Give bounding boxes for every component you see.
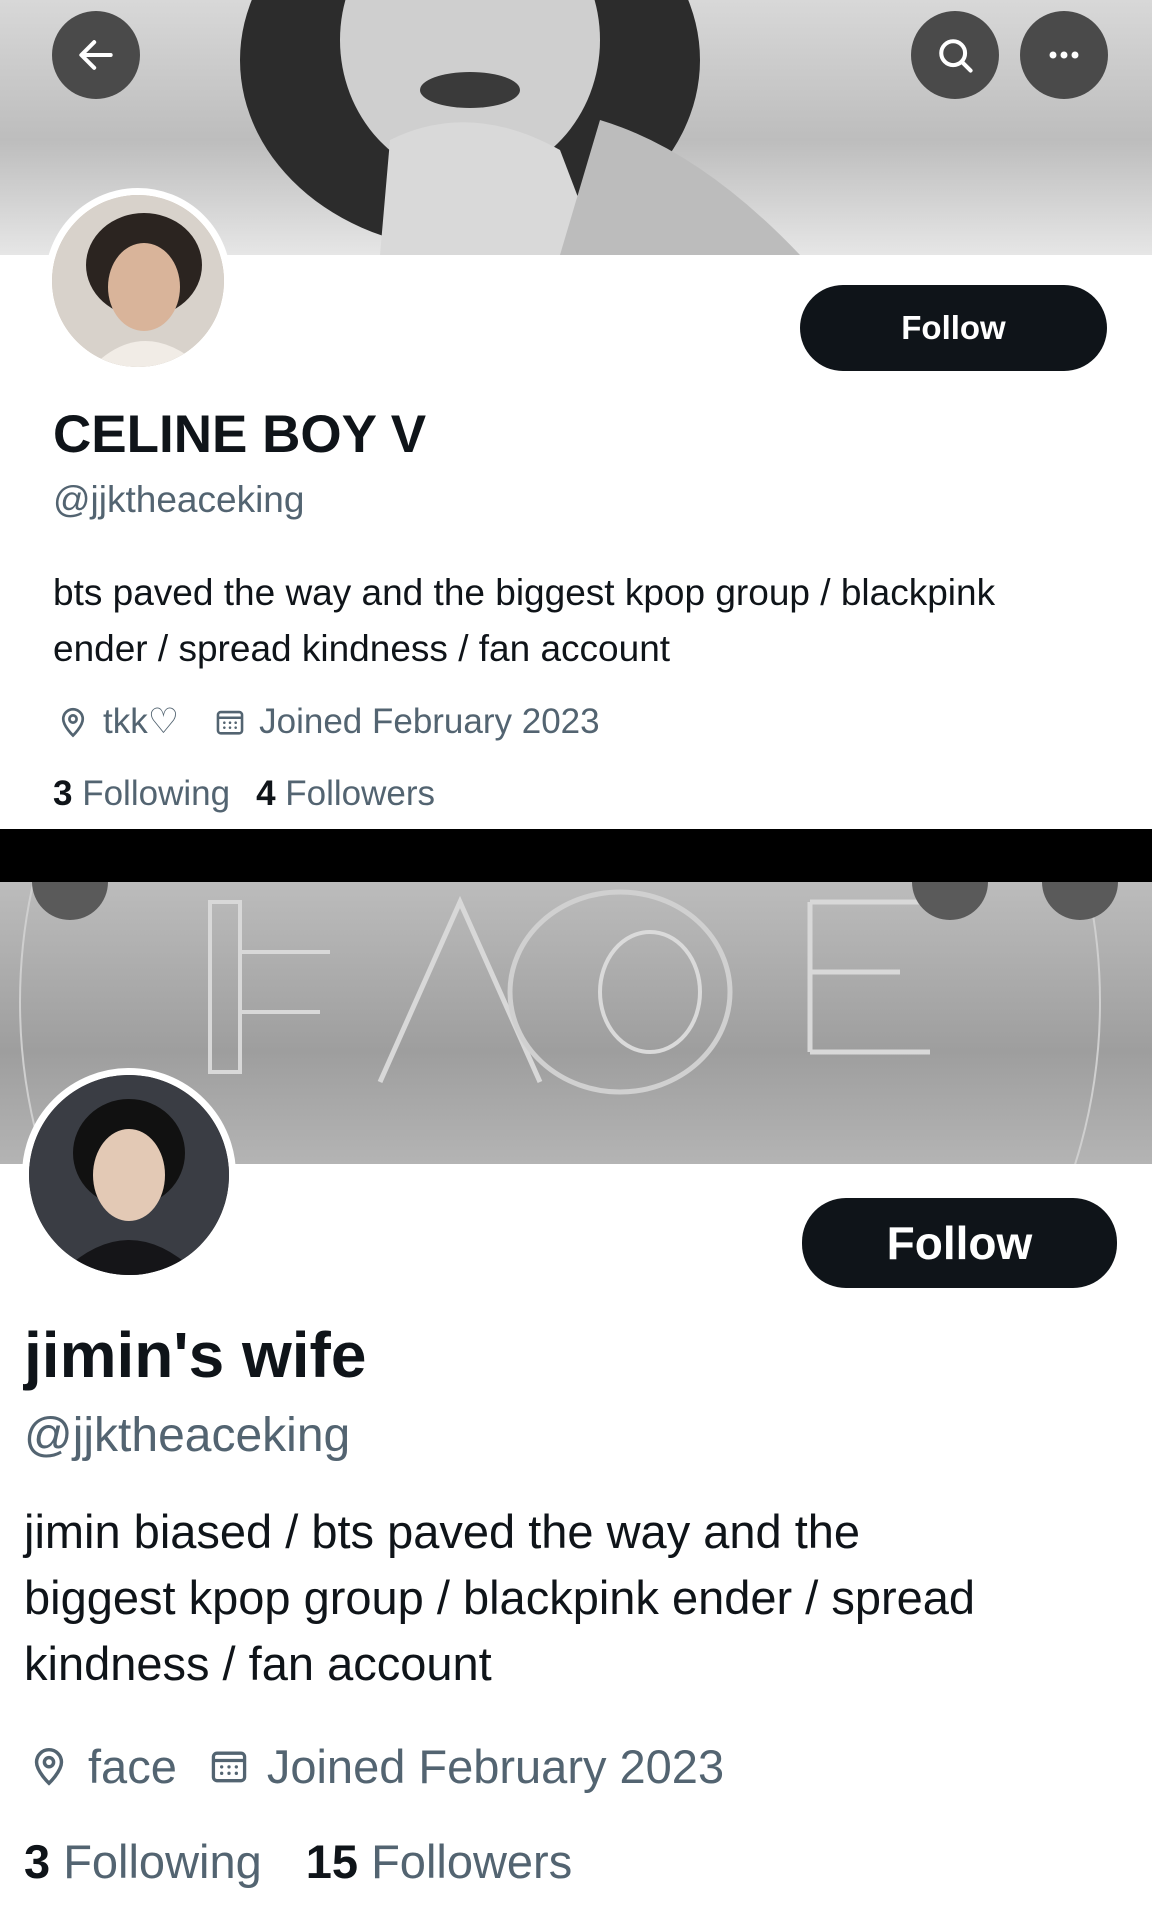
join-date: Joined February 2023	[207, 1739, 724, 1794]
followers-count: 15	[305, 1835, 359, 1888]
username: @jjktheaceking	[53, 479, 305, 520]
search-icon	[939, 39, 973, 73]
profile-meta: face Joined February 2023	[26, 1736, 724, 1796]
search-button[interactable]	[911, 11, 999, 99]
bio-line: biggest kpop group / blackpink ender / s…	[24, 1571, 976, 1624]
profile-card-1: Follow CELINE BOY V @jjktheaceking bts p…	[0, 0, 1152, 829]
followers-label: Followers	[371, 1835, 573, 1888]
following-label: Following	[63, 1835, 262, 1888]
calendar-icon	[211, 1751, 247, 1783]
avatar-photo	[52, 195, 224, 367]
followers-link[interactable]: 4 Followers	[256, 774, 435, 814]
display-name: jimin's wife	[24, 1319, 367, 1391]
following-link[interactable]: 3 Following	[53, 774, 230, 814]
following-label: Following	[82, 774, 231, 813]
bio-line: jimin biased / bts paved the way and the	[24, 1505, 861, 1558]
username: @jjktheaceking	[24, 1409, 351, 1462]
bio: bts paved the way and the biggest kpop g…	[53, 565, 995, 677]
followers-count: 4	[256, 774, 276, 813]
back-button[interactable]	[52, 11, 140, 99]
avatar[interactable]	[22, 1068, 236, 1282]
avatar-photo	[29, 1075, 229, 1275]
join-date-text: Joined February 2023	[259, 702, 600, 741]
following-count: 3	[24, 1835, 51, 1888]
display-name: CELINE BOY V	[53, 405, 427, 464]
follow-button[interactable]: Follow	[800, 285, 1107, 371]
location-pin-icon	[34, 1747, 64, 1786]
following-link[interactable]: 3 Following	[24, 1834, 262, 1889]
follow-button[interactable]: Follow	[802, 1198, 1117, 1288]
more-icon	[1049, 51, 1079, 59]
more-button[interactable]	[1020, 11, 1108, 99]
profile-meta: tkk♡ Joined February 2023	[55, 698, 600, 746]
location: face	[26, 1739, 177, 1794]
location-pin-icon	[61, 707, 85, 738]
location-text: tkk♡	[103, 702, 180, 741]
bio-line: kindness / fan account	[24, 1637, 492, 1690]
profile-card-2: Follow jimin's wife @jjktheaceking jimin…	[0, 882, 1152, 1908]
bio-line: ender / spread kindness / fan account	[53, 628, 671, 669]
follow-stats: 3 Following 15 Followers	[24, 1834, 572, 1889]
followers-link[interactable]: 15 Followers	[306, 1834, 572, 1889]
location-text: face	[88, 1739, 177, 1793]
location: tkk♡	[55, 702, 179, 742]
follow-stats: 3 Following 4 Followers	[53, 774, 435, 814]
followers-label: Followers	[285, 774, 436, 813]
back-arrow-icon	[79, 40, 113, 70]
bio: jimin biased / bts paved the way and the…	[24, 1499, 975, 1697]
calendar-icon	[216, 710, 244, 735]
screenshot-divider	[0, 829, 1152, 882]
join-date: Joined February 2023	[213, 702, 600, 742]
following-count: 3	[53, 774, 73, 813]
join-date-text: Joined February 2023	[266, 1739, 725, 1793]
bio-line: bts paved the way and the biggest kpop g…	[53, 572, 996, 613]
avatar[interactable]	[45, 188, 231, 374]
